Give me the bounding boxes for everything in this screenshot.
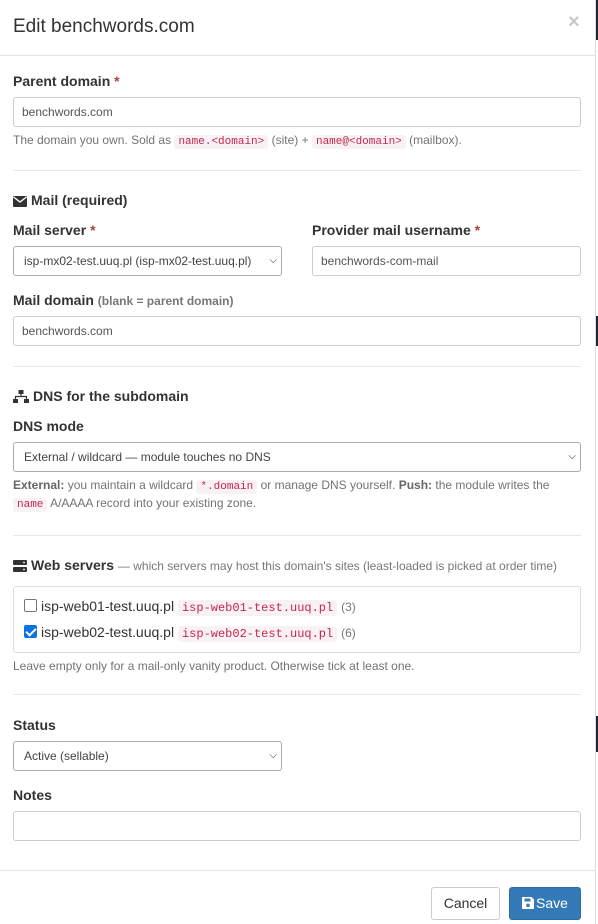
envelope-icon (13, 196, 27, 207)
parent-domain-help: The domain you own. Sold as name.<domain… (13, 133, 462, 149)
checkbox-web02[interactable] (24, 625, 37, 638)
parent-domain-input[interactable]: benchwords.com (13, 97, 581, 127)
help-code: name.<domain> (174, 135, 269, 149)
modal-header: Edit benchwords.com × (0, 0, 596, 56)
help-code: *.domain (196, 480, 258, 494)
web-servers-list: isp-web01-test.uuq.pl isp-web01-test.uuq… (13, 586, 581, 653)
chevron-down-icon: ⌵ (269, 255, 277, 266)
mail-server-label: Mail server * (13, 222, 96, 238)
help-code: name (13, 498, 48, 512)
mail-server-select[interactable]: isp-mx02-test.uuq.pl (isp-mx02-test.uuq.… (13, 246, 282, 276)
modal-footer (0, 870, 596, 924)
required-mark: * (474, 222, 481, 238)
mail-domain-hint: (blank = parent domain) (97, 294, 234, 308)
status-select[interactable]: Active (sellable) ⌵ (13, 741, 282, 771)
modal-title: Edit benchwords.com (13, 16, 195, 37)
required-mark: * (90, 222, 96, 238)
dns-help-line1: External: you maintain a wildcard *.doma… (13, 478, 550, 494)
edit-domain-modal: Edit benchwords.com × Parent domain * be… (0, 0, 596, 924)
notes-label: Notes (13, 787, 52, 803)
mail-section-title: Mail (required) (13, 192, 127, 208)
parent-domain-label: Parent domain * (13, 73, 120, 89)
server-code: isp-web02-test.uuq.pl (177, 626, 338, 642)
provider-username-input[interactable]: benchwords-com-mail (312, 246, 581, 276)
web-server-option[interactable]: isp-web01-test.uuq.pl isp-web01-test.uuq… (24, 598, 356, 616)
dns-mode-select[interactable]: External / wildcard — module touches no … (13, 442, 581, 472)
web-servers-section-title: Web servers — which servers may host thi… (13, 557, 557, 573)
provider-username-label: Provider mail username * (312, 222, 481, 238)
server-icon (13, 560, 27, 572)
web-servers-subtitle: — which servers may host this domain's s… (117, 559, 558, 573)
sitemap-icon (13, 390, 29, 403)
mail-domain-label: Mail domain (blank = parent domain) (13, 292, 234, 308)
server-code: isp-web01-test.uuq.pl (177, 600, 338, 616)
chevron-down-icon: ⌵ (568, 451, 576, 462)
status-label: Status (13, 717, 56, 733)
web-server-option[interactable]: isp-web02-test.uuq.pl isp-web02-test.uuq… (24, 624, 356, 642)
server-count: (6) (341, 626, 356, 640)
dns-mode-label: DNS mode (13, 418, 84, 434)
divider (13, 366, 581, 367)
mail-domain-input[interactable]: benchwords.com (13, 316, 581, 346)
floppy-icon (522, 897, 535, 909)
divider (13, 535, 581, 536)
checkbox-web01[interactable] (24, 599, 37, 612)
notes-input[interactable] (13, 811, 581, 841)
web-servers-help: Leave empty only for a mail-only vanity … (13, 659, 415, 673)
close-button[interactable]: × (568, 12, 580, 32)
divider (13, 170, 581, 171)
cancel-button[interactable]: Cancel (431, 887, 500, 920)
dns-section-title: DNS for the subdomain (13, 388, 189, 404)
divider (13, 694, 581, 695)
dns-help-line2: name A/AAAA record into your existing zo… (13, 496, 256, 512)
required-mark: * (114, 73, 120, 89)
chevron-down-icon: ⌵ (269, 750, 277, 761)
server-count: (3) (341, 600, 356, 614)
save-button[interactable]: Save (509, 887, 581, 920)
help-code: name@<domain> (311, 135, 406, 149)
